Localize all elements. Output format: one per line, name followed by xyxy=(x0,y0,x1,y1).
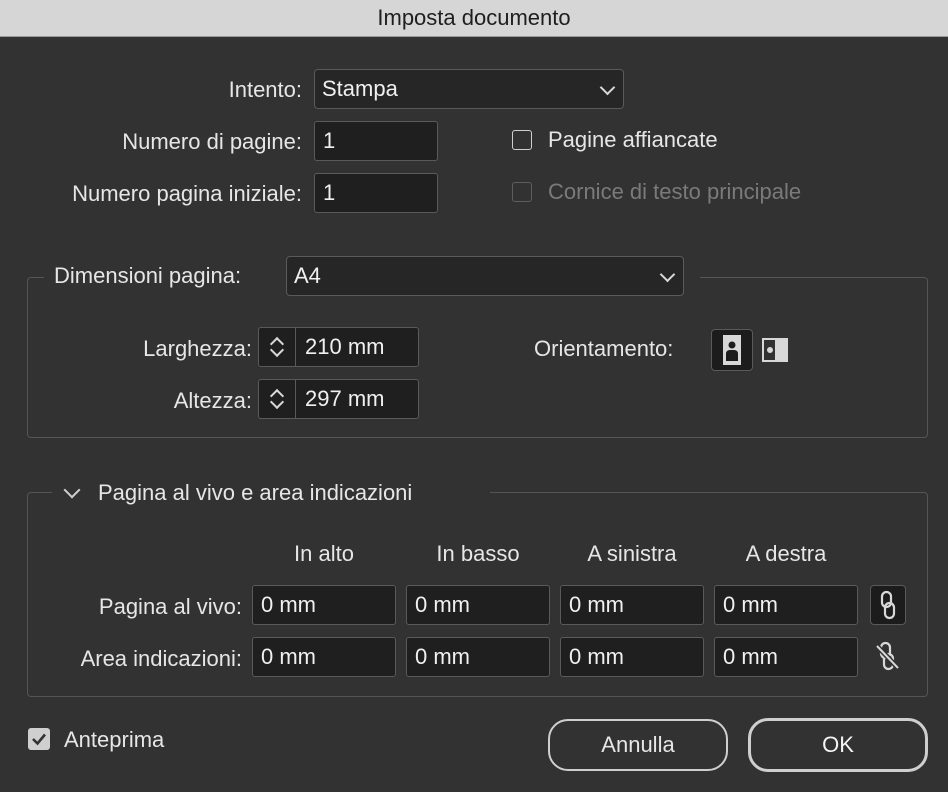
chevron-down-icon xyxy=(599,79,616,96)
orientation-label: Orientamento: xyxy=(534,336,674,361)
num-pages-input[interactable]: 1 xyxy=(314,121,438,161)
bleed-top-input[interactable]: 0 mm xyxy=(252,585,396,625)
primary-text-frame-label: Cornice di testo principale xyxy=(548,179,802,204)
width-label: Larghezza: xyxy=(143,336,252,361)
page-size-label: Dimensioni pagina: xyxy=(54,263,242,288)
col-header-right: A destra xyxy=(745,541,827,566)
facing-pages-checkbox[interactable] xyxy=(512,130,532,150)
bleed-right-input[interactable]: 0 mm xyxy=(714,585,858,625)
slug-link-button[interactable] xyxy=(870,637,906,677)
page-size-select-value: A4 xyxy=(294,263,321,288)
start-page-label: Numero pagina iniziale: xyxy=(72,181,302,206)
title-bar: Imposta documento xyxy=(0,0,948,37)
chevron-down-icon xyxy=(659,266,676,283)
checkmark-icon xyxy=(32,733,46,746)
bleed-left-value: 0 mm xyxy=(569,592,624,617)
height-stepper[interactable]: 297 mm xyxy=(258,379,419,419)
bleed-slug-title[interactable]: Pagina al vivo e area indicazioni xyxy=(98,480,412,506)
cancel-button-label: Annulla xyxy=(601,732,675,757)
col-header-bottom: In basso xyxy=(436,541,520,566)
intent-label: Intento: xyxy=(228,77,302,102)
landscape-button[interactable] xyxy=(761,336,789,364)
intent-select-value: Stampa xyxy=(322,76,398,101)
window-title: Imposta documento xyxy=(377,5,571,30)
bleed-left-input[interactable]: 0 mm xyxy=(560,585,704,625)
bleed-row-label: Pagina al vivo: xyxy=(98,594,242,619)
col-header-left: A sinistra xyxy=(587,541,677,566)
portrait-icon xyxy=(723,335,741,365)
stepper-arrows-icon[interactable] xyxy=(259,328,296,366)
page-size-select[interactable]: A4 xyxy=(286,256,684,296)
slug-bottom-input[interactable]: 0 mm xyxy=(406,637,550,677)
width-value[interactable]: 210 mm xyxy=(296,328,418,366)
num-pages-label: Numero di pagine: xyxy=(122,129,302,154)
bleed-right-value: 0 mm xyxy=(723,592,778,617)
col-header-top: In alto xyxy=(294,541,354,566)
ok-button[interactable]: OK xyxy=(748,718,928,772)
facing-pages-label[interactable]: Pagine affiancate xyxy=(548,127,718,153)
bleed-bottom-value: 0 mm xyxy=(415,592,470,617)
unlink-icon xyxy=(875,641,900,671)
num-pages-value: 1 xyxy=(323,128,336,153)
stepper-arrows-icon[interactable] xyxy=(259,380,296,418)
bleed-link-button[interactable] xyxy=(870,585,906,625)
slug-top-value: 0 mm xyxy=(261,644,316,669)
slug-bottom-value: 0 mm xyxy=(415,644,470,669)
bleed-bottom-input[interactable]: 0 mm xyxy=(406,585,550,625)
bleed-top-value: 0 mm xyxy=(261,592,316,617)
link-icon xyxy=(880,590,896,620)
slug-left-value: 0 mm xyxy=(569,644,624,669)
slug-row-label: Area indicazioni: xyxy=(80,646,242,671)
ok-button-label: OK xyxy=(822,732,854,757)
portrait-button[interactable] xyxy=(711,329,753,371)
start-page-input[interactable]: 1 xyxy=(314,173,438,213)
start-page-value: 1 xyxy=(323,180,336,205)
preview-label[interactable]: Anteprima xyxy=(64,727,164,753)
slug-left-input[interactable]: 0 mm xyxy=(560,637,704,677)
slug-right-value: 0 mm xyxy=(723,644,778,669)
intent-select[interactable]: Stampa xyxy=(314,69,624,109)
preview-checkbox[interactable] xyxy=(28,728,50,750)
cancel-button[interactable]: Annulla xyxy=(548,719,728,771)
slug-right-input[interactable]: 0 mm xyxy=(714,637,858,677)
slug-top-input[interactable]: 0 mm xyxy=(252,637,396,677)
height-label: Altezza: xyxy=(173,388,252,413)
width-stepper[interactable]: 210 mm xyxy=(258,327,419,367)
landscape-icon xyxy=(762,338,788,362)
primary-text-frame-checkbox[interactable] xyxy=(512,182,532,202)
height-value[interactable]: 297 mm xyxy=(296,380,418,418)
